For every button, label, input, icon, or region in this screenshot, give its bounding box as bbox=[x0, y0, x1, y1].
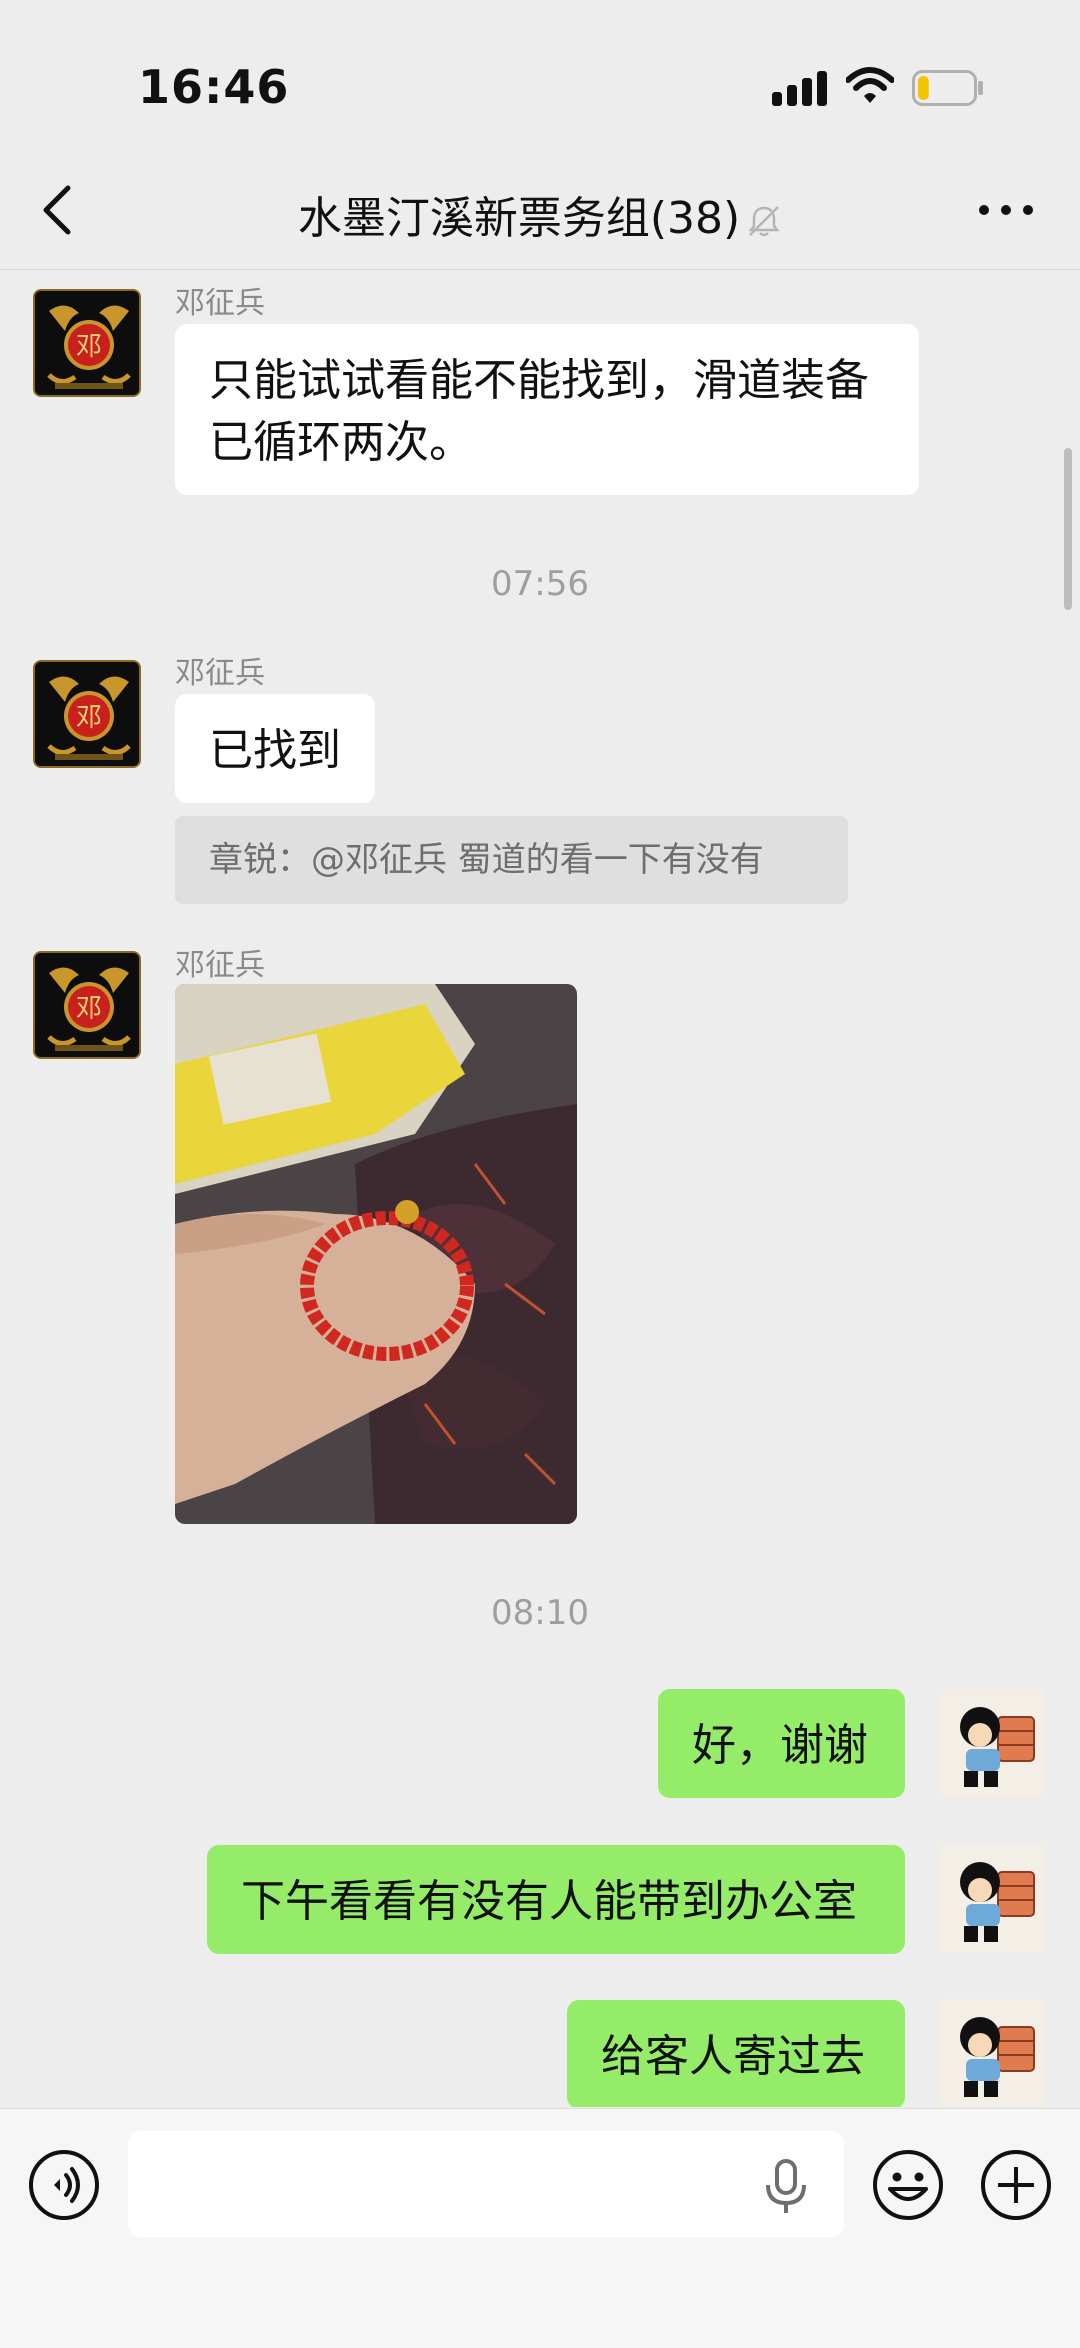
dragon-emblem-avatar-icon: 邓 bbox=[35, 662, 139, 766]
avatar-char: 邓 bbox=[76, 703, 102, 733]
quoted-reply[interactable]: 章锐：@邓征兵 蜀道的看一下有没有 bbox=[175, 816, 848, 904]
message-bubble[interactable]: 好，谢谢 bbox=[658, 1689, 905, 1798]
message-bubble[interactable]: 下午看看有没有人能带到办公室 bbox=[207, 1845, 905, 1954]
chat-title-wrap: 水墨汀溪新票务组(38) bbox=[0, 182, 1080, 246]
wifi-icon bbox=[846, 67, 894, 103]
timestamp: 08:10 bbox=[491, 1593, 589, 1633]
sender-name: 邓征兵 bbox=[175, 286, 265, 321]
dragon-emblem-avatar-icon: 邓 bbox=[35, 291, 139, 395]
my-avatar[interactable] bbox=[938, 1844, 1046, 1952]
cellular-signal-icon bbox=[772, 71, 827, 106]
dragon-emblem-avatar-icon: 邓 bbox=[35, 953, 139, 1057]
sender-name: 邓征兵 bbox=[175, 656, 265, 691]
message-input[interactable] bbox=[128, 2131, 844, 2237]
cartoon-boy-avatar-icon bbox=[938, 1844, 1046, 1952]
image-message[interactable] bbox=[175, 984, 577, 1524]
microphone-icon[interactable] bbox=[764, 2159, 808, 2215]
sender-avatar[interactable]: 邓 bbox=[33, 660, 141, 768]
voice-input-toggle-icon[interactable] bbox=[28, 2149, 100, 2221]
sender-avatar[interactable]: 邓 bbox=[33, 289, 141, 397]
message-bubble[interactable]: 已找到 bbox=[175, 694, 375, 803]
cartoon-boy-avatar-icon bbox=[938, 1999, 1046, 2107]
chat-header: 水墨汀溪新票务组(38) bbox=[0, 150, 1080, 270]
bracelet-photo-icon bbox=[175, 984, 577, 1524]
mute-bell-icon bbox=[748, 206, 780, 237]
input-toolbar bbox=[0, 2108, 1080, 2348]
emoji-icon[interactable] bbox=[872, 2149, 944, 2221]
chat-title: 水墨汀溪新票务组(38) bbox=[297, 193, 741, 244]
status-time: 16:46 bbox=[138, 60, 290, 114]
message-bubble[interactable]: 只能试试看能不能找到，滑道装备已循环两次。 bbox=[175, 324, 919, 495]
status-bar: 16:46 bbox=[0, 0, 1080, 150]
cartoon-boy-avatar-icon bbox=[938, 1689, 1046, 1797]
avatar-char: 邓 bbox=[76, 332, 102, 362]
sender-avatar[interactable]: 邓 bbox=[33, 951, 141, 1059]
message-list[interactable]: 邓 邓征兵 只能试试看能不能找到，滑道装备已循环两次。 07:56 邓 邓征兵 … bbox=[0, 271, 1080, 2107]
my-avatar[interactable] bbox=[938, 1689, 1046, 1797]
battery-icon bbox=[912, 70, 983, 106]
my-avatar[interactable] bbox=[938, 1999, 1046, 2107]
scrollbar[interactable] bbox=[1064, 448, 1072, 610]
avatar-char: 邓 bbox=[76, 994, 102, 1024]
timestamp: 07:56 bbox=[491, 564, 589, 604]
more-options-icon[interactable] bbox=[978, 200, 1034, 220]
sender-name: 邓征兵 bbox=[175, 948, 265, 983]
add-attachment-icon[interactable] bbox=[980, 2149, 1052, 2221]
message-bubble[interactable]: 给客人寄过去 bbox=[567, 2000, 905, 2107]
